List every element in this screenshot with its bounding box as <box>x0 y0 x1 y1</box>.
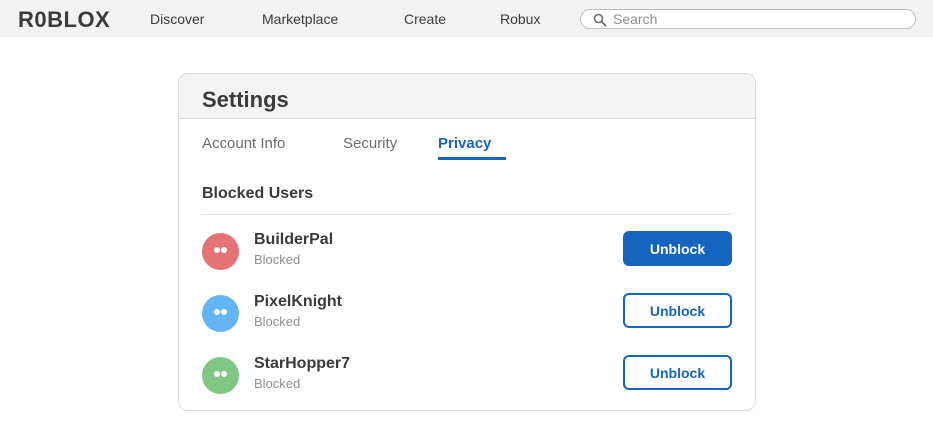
blocked-status: Blocked <box>254 314 301 329</box>
unblock-button[interactable]: Unblock <box>623 231 732 266</box>
avatar-eye <box>221 371 227 377</box>
roblox-logo[interactable]: R0BLOX <box>18 8 110 32</box>
nav-create[interactable]: Create <box>404 11 446 27</box>
avatar <box>202 233 239 270</box>
avatar <box>202 295 239 332</box>
search-box <box>580 9 916 29</box>
tab-security[interactable]: Security <box>343 135 397 153</box>
unblock-button[interactable]: Unblock <box>623 355 732 390</box>
divider <box>202 214 732 215</box>
avatar <box>202 357 239 394</box>
avatar-eye <box>221 247 227 253</box>
search-icon <box>593 13 607 27</box>
tab-privacy[interactable]: Privacy <box>438 135 491 153</box>
blocked-user-row: BuilderPal Blocked Unblock <box>202 231 732 271</box>
blocked-user-name: BuilderPal <box>254 231 334 248</box>
avatar-eye <box>221 309 227 315</box>
top-navigation-bar: R0BLOX Discover Marketplace Create Robux <box>0 0 933 37</box>
blocked-user-name: PixelKnight <box>254 293 343 310</box>
nav-robux[interactable]: Robux <box>500 11 540 27</box>
avatar-eye <box>214 371 220 377</box>
active-tab-indicator <box>438 157 506 160</box>
settings-header: Settings <box>179 74 755 119</box>
nav-marketplace[interactable]: Marketplace <box>262 11 338 27</box>
nav-discover[interactable]: Discover <box>150 11 204 27</box>
blocked-status: Blocked <box>254 252 301 267</box>
blocked-status: Blocked <box>254 376 301 391</box>
settings-card: Settings Account Info Security Privacy B… <box>178 73 756 411</box>
page-title: Settings <box>202 87 289 112</box>
blocked-user-row: StarHopper7 Blocked Unblock <box>202 355 732 395</box>
blocked-user-name: StarHopper7 <box>254 355 351 372</box>
avatar-eye <box>214 309 220 315</box>
section-title: Blocked Users <box>202 185 314 202</box>
blocked-user-row: PixelKnight Blocked Unblock <box>202 293 732 333</box>
tab-account-info[interactable]: Account Info <box>202 135 285 153</box>
unblock-button[interactable]: Unblock <box>623 293 732 328</box>
avatar-eye <box>214 247 220 253</box>
search-input[interactable] <box>613 10 903 28</box>
